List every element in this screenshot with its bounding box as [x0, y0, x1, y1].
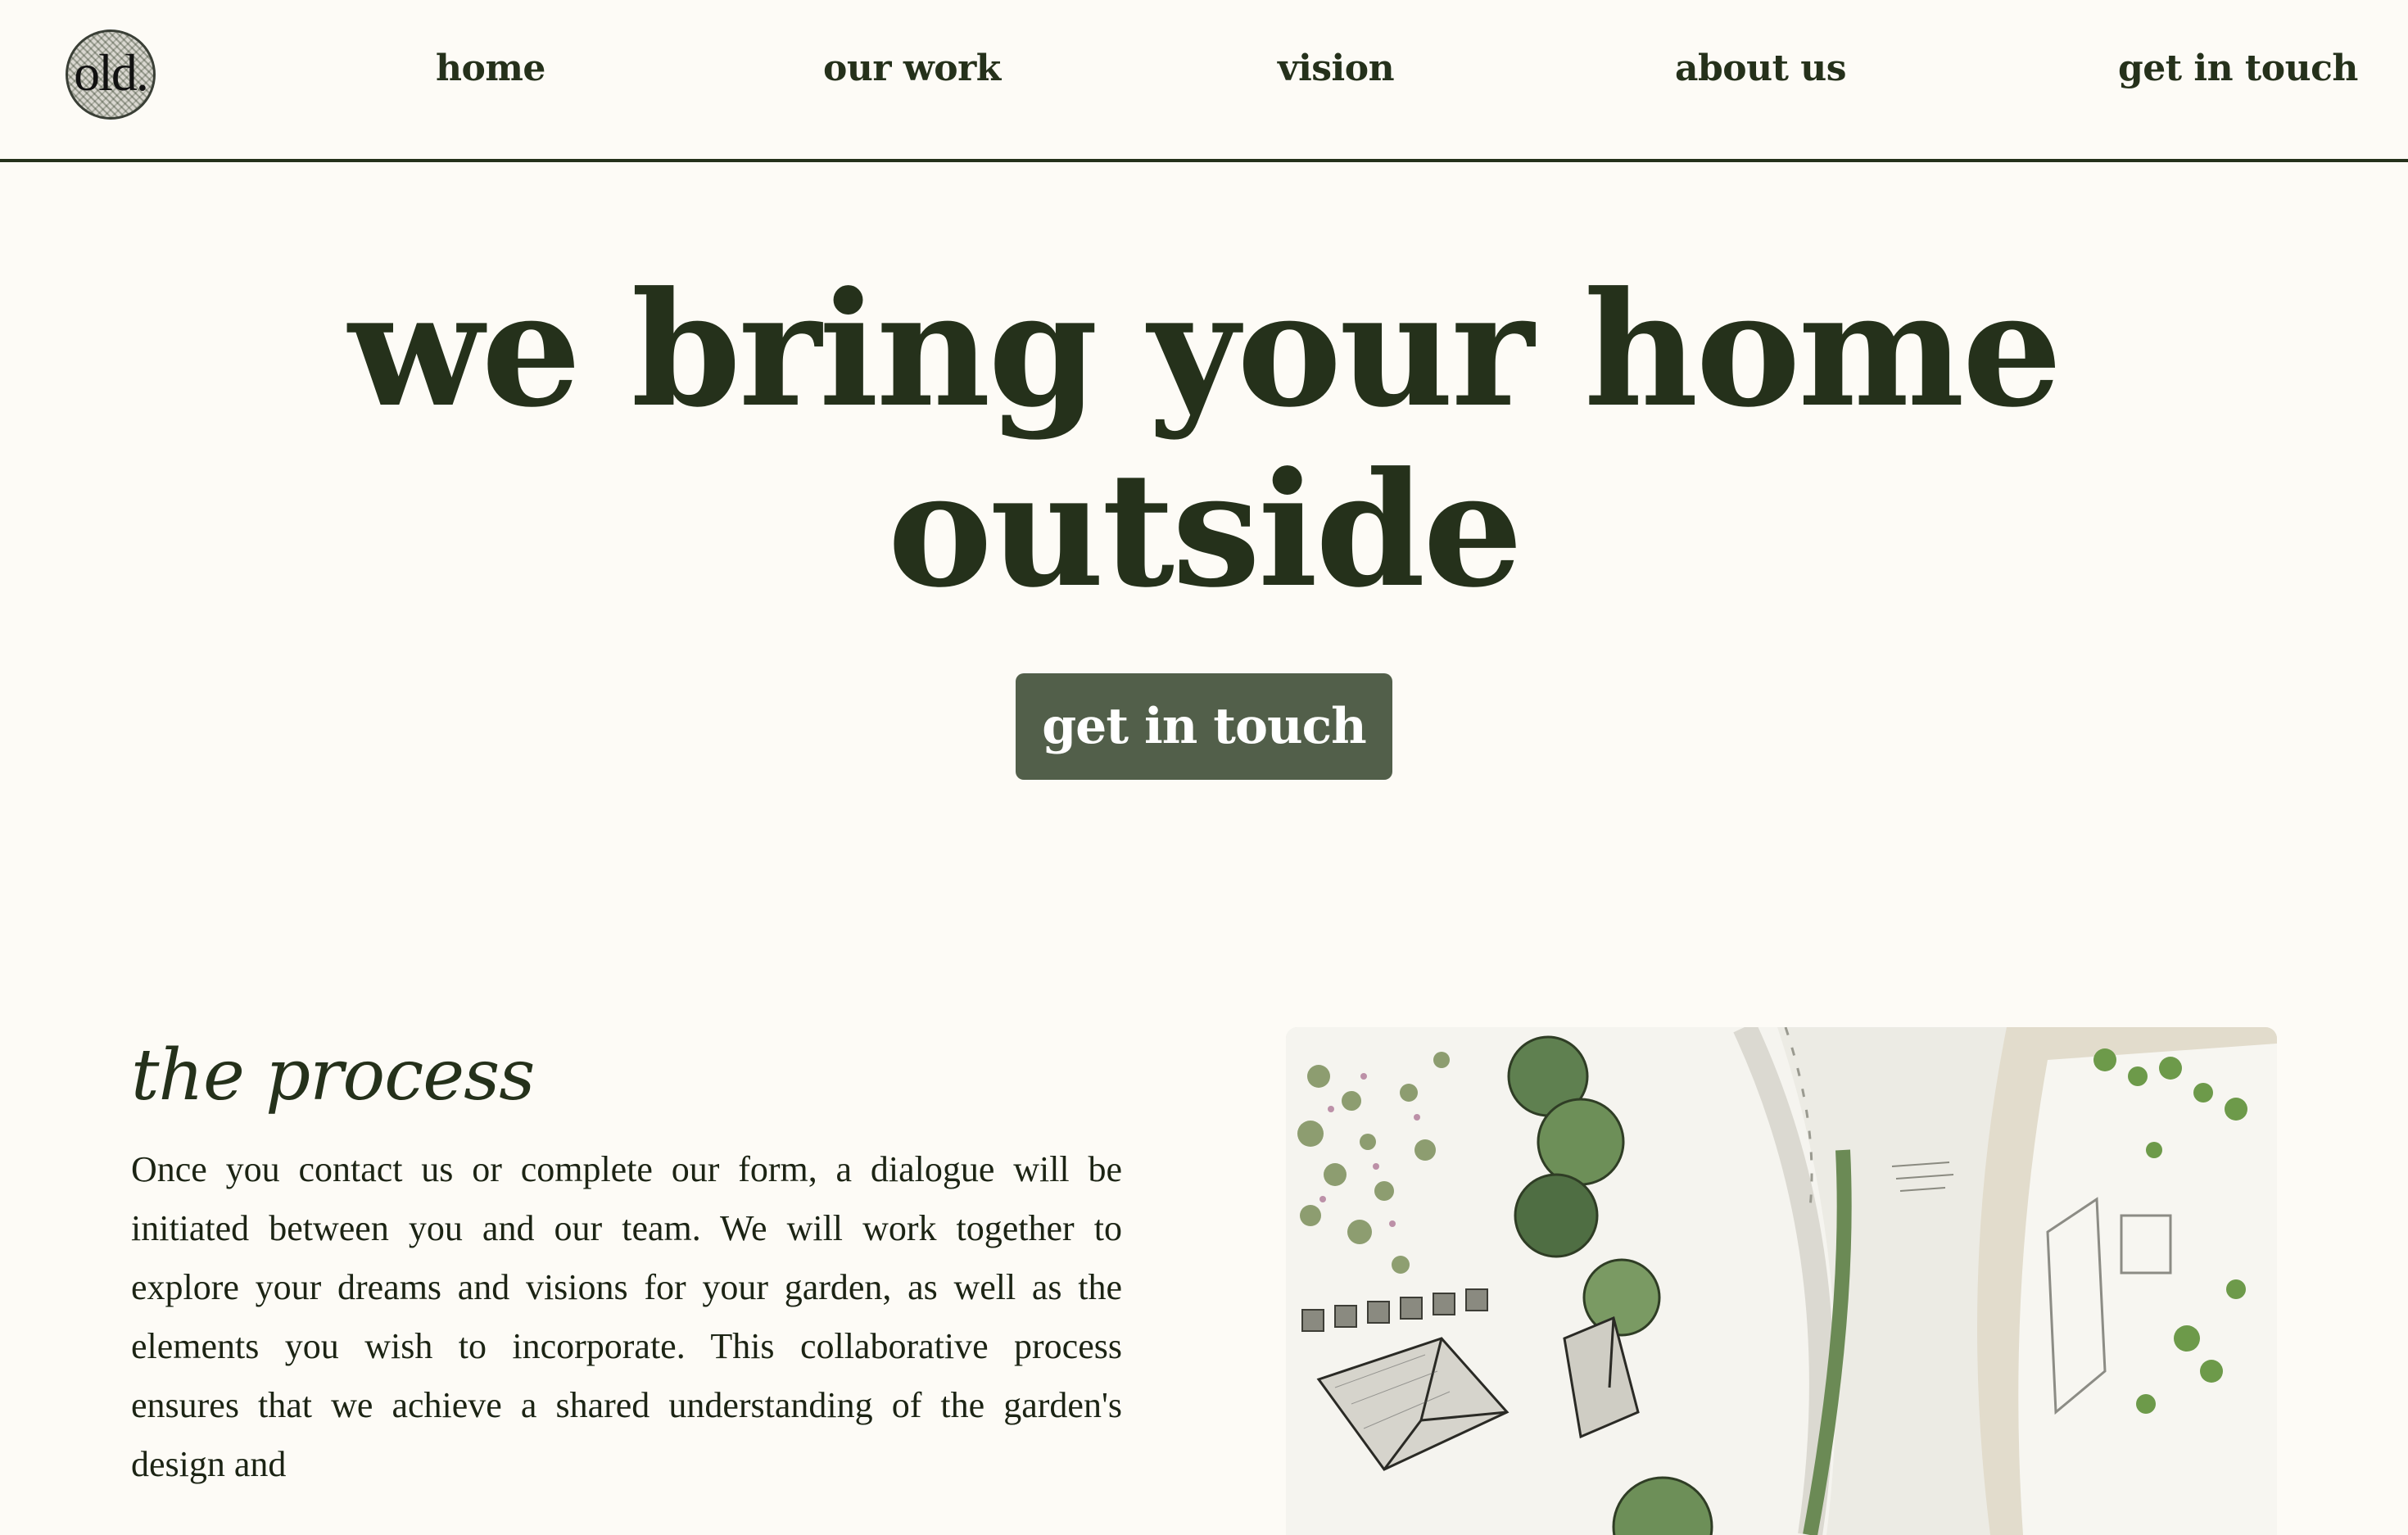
logo[interactable]: old. [66, 29, 156, 120]
nav-our-work[interactable]: our work [823, 48, 1001, 89]
process-description: Once you contact us or complete our form… [131, 1149, 1122, 1484]
nav-home[interactable]: home [436, 48, 545, 89]
hero-title-line-2: outside [887, 438, 1523, 623]
garden-plan-sketch-image [1286, 1027, 2277, 1535]
nav-vision[interactable]: vision [1278, 48, 1395, 89]
logo-text: old. [74, 43, 149, 102]
process-title: the process [131, 1035, 535, 1116]
hero-title: we bring your home outside [0, 260, 2408, 621]
hero-title-line-1: we bring your home [348, 258, 2062, 442]
site-header: old. home our work vision about us get i… [0, 0, 2408, 162]
get-in-touch-button[interactable]: get in touch [1016, 673, 1392, 780]
nav-about-us[interactable]: about us [1675, 48, 1847, 89]
nav-get-in-touch[interactable]: get in touch [2118, 48, 2358, 89]
